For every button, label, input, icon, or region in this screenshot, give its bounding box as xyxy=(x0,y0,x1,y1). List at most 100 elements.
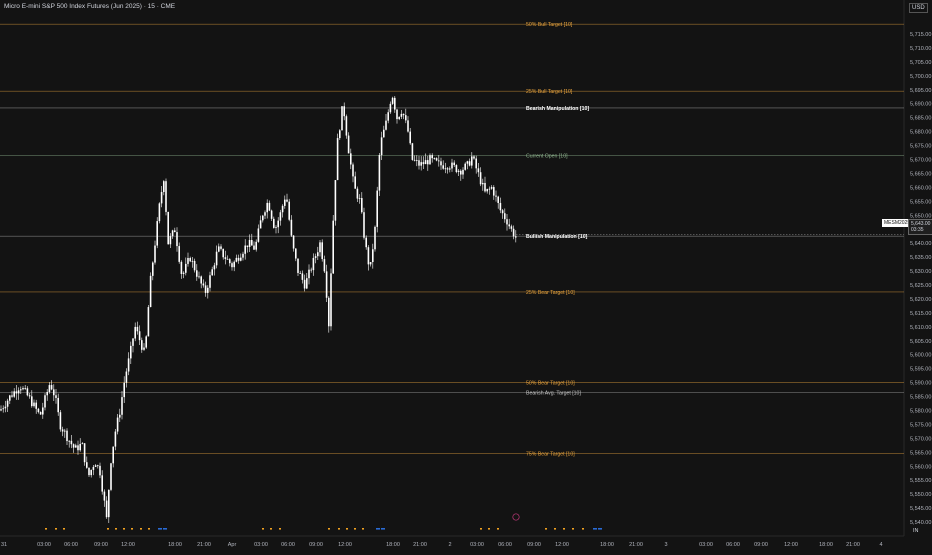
session-marker xyxy=(107,528,109,530)
candle-body xyxy=(310,269,312,271)
session-marker xyxy=(131,528,133,530)
candle-body xyxy=(275,227,277,229)
candle-body xyxy=(198,276,200,278)
candle-body xyxy=(22,388,24,390)
chart-area[interactable]: 5,715.00 5,710.00 5,705.00 5,700.00 5,695.00… xyxy=(0,0,932,550)
candle-body xyxy=(455,165,458,172)
candle-body xyxy=(28,395,31,397)
y-tick-label: 5,600.00 xyxy=(910,353,931,359)
candle-body xyxy=(301,273,304,280)
candle-body xyxy=(169,236,172,245)
candle-body xyxy=(48,385,51,393)
candle-body xyxy=(354,176,356,189)
candle-body xyxy=(273,218,275,228)
candle-body xyxy=(39,412,42,415)
x-tick-label: 21:00 xyxy=(629,542,643,548)
candle-body xyxy=(112,446,114,464)
candle-body xyxy=(308,269,310,279)
candle-body xyxy=(108,489,110,518)
session-marker xyxy=(140,528,142,530)
candle-body xyxy=(292,235,295,249)
candle-body xyxy=(37,408,40,413)
candle-body xyxy=(86,462,88,468)
candle-body xyxy=(72,444,75,448)
candle-body xyxy=(486,188,488,192)
candle-body xyxy=(475,158,477,169)
x-tick-label: 09:00 xyxy=(754,542,768,548)
currency-button[interactable]: USD xyxy=(909,3,928,13)
candle-body xyxy=(180,261,183,274)
candle-body xyxy=(66,430,68,442)
session-marker xyxy=(45,528,47,530)
session-marker xyxy=(488,528,490,530)
candle-body xyxy=(367,247,370,265)
candle-body xyxy=(409,131,411,144)
y-tick-label: 5,665.00 xyxy=(910,171,931,177)
candle-body xyxy=(363,212,365,238)
y-tick-label: 5,605.00 xyxy=(910,339,931,345)
candle-body xyxy=(193,260,196,271)
y-tick-label: 5,545.00 xyxy=(910,506,931,512)
level-label: 50% Bear Target [10] xyxy=(526,381,575,387)
candle-body xyxy=(97,465,99,467)
x-tick-label: 21:00 xyxy=(846,542,860,548)
candle-body xyxy=(484,182,486,192)
price-chart[interactable]: 5,715.00 5,710.00 5,705.00 5,700.00 5,695.00… xyxy=(0,0,932,550)
candle-body xyxy=(416,160,418,161)
candle-body xyxy=(400,113,403,117)
candle-body xyxy=(165,181,167,212)
candle-body xyxy=(220,246,222,249)
candle-body xyxy=(116,417,119,432)
candle-body xyxy=(154,245,156,263)
y-tick-label: 5,635.00 xyxy=(910,255,931,261)
candle-body xyxy=(211,269,213,276)
candle-body xyxy=(123,382,125,398)
candle-body xyxy=(413,159,416,161)
candle-body xyxy=(405,115,407,121)
level-label: Bearish Manipulation [10] xyxy=(526,106,589,112)
candle-body xyxy=(446,168,449,170)
candle-body xyxy=(281,205,284,213)
x-tick-label: 31 xyxy=(1,542,7,548)
session-marker xyxy=(123,528,125,530)
session-marker xyxy=(338,528,340,530)
candle-body xyxy=(352,164,354,177)
candle-body xyxy=(174,230,176,233)
candle-body xyxy=(490,187,493,189)
candle-body xyxy=(33,402,35,407)
candle-body xyxy=(270,210,273,219)
y-tick-label: 5,550.00 xyxy=(910,492,931,498)
candle-body xyxy=(127,358,130,372)
candle-body xyxy=(497,196,499,203)
candle-body xyxy=(77,445,79,451)
candle-body xyxy=(314,256,317,258)
candle-body xyxy=(132,338,134,346)
candle-body xyxy=(319,242,321,253)
session-marker xyxy=(480,528,482,530)
candle-body xyxy=(189,258,191,262)
candle-body xyxy=(422,162,425,165)
candle-body xyxy=(431,155,433,159)
candle-body xyxy=(253,245,255,250)
candle-body xyxy=(325,271,328,298)
candle-body xyxy=(167,211,169,245)
y-tick-label: 5,630.00 xyxy=(910,269,931,275)
scale-mode-button[interactable]: IN xyxy=(913,528,919,534)
y-tick-label: 5,560.00 xyxy=(910,464,931,470)
candle-body xyxy=(391,97,394,104)
y-tick-label: 5,700.00 xyxy=(910,74,931,80)
candle-body xyxy=(396,109,398,120)
candle-body xyxy=(187,258,189,264)
y-tick-label: 5,670.00 xyxy=(910,157,931,163)
x-tick-label: 06:00 xyxy=(726,542,740,548)
x-tick-label: 21:00 xyxy=(197,542,211,548)
candle-body xyxy=(378,155,381,191)
candle-body xyxy=(279,212,282,221)
y-tick-label: 5,705.00 xyxy=(910,60,931,66)
candle-body xyxy=(114,431,117,447)
candle-body xyxy=(110,463,112,490)
candle-body xyxy=(510,226,513,229)
session-marker xyxy=(158,528,162,530)
candle-body xyxy=(218,246,220,252)
candle-body xyxy=(11,395,13,397)
